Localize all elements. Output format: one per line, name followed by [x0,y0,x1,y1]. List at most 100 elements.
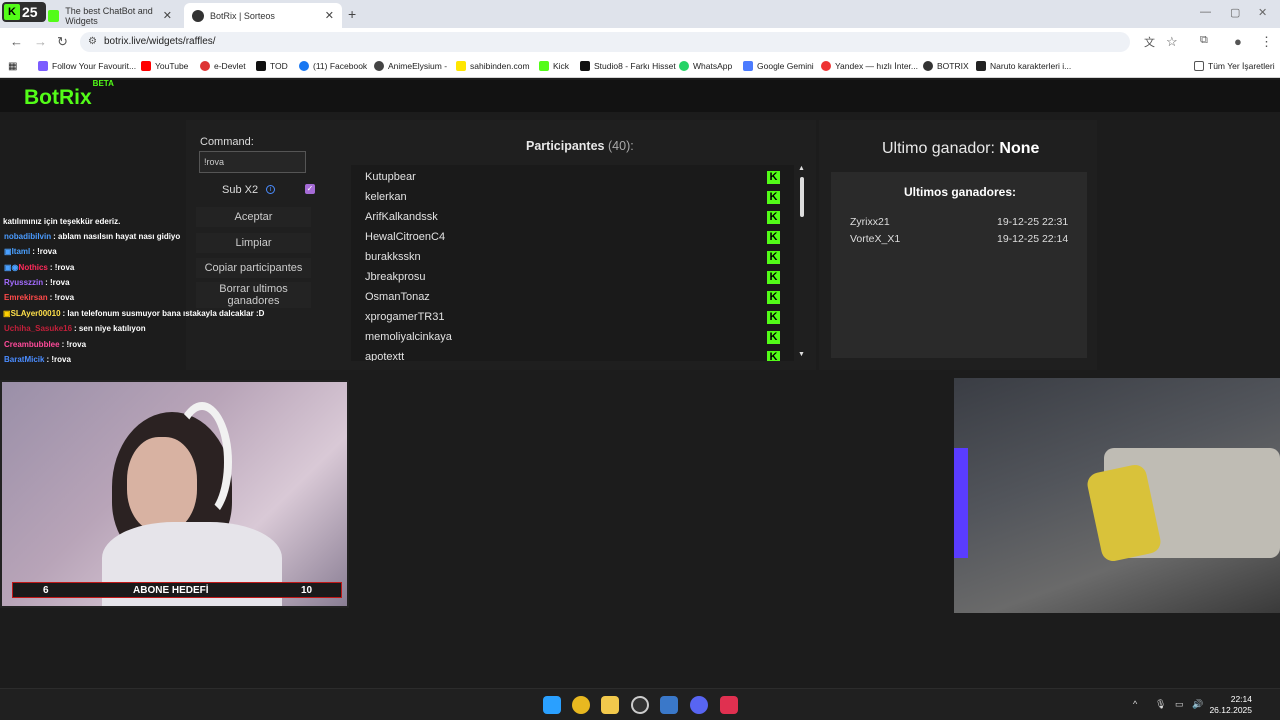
list-item: xprogamerTR31 [365,311,445,323]
bookmark-item[interactable]: Follow Your Favourit... [38,61,136,71]
list-item: Kutupbear [365,171,416,183]
kick-icon: K [767,171,780,184]
close-tab-icon[interactable]: ✕ [325,9,334,22]
list-item: OsmanTonaz [365,291,430,303]
page-content: BotRixBETA Command: !rova Sub X2 i ✓ Ace… [0,79,1280,688]
command-label: Command: [200,136,254,148]
studio8-icon [580,61,590,71]
app-red-icon[interactable] [720,696,738,714]
info-icon[interactable]: i [266,185,275,194]
system-clock[interactable]: 22:14 26.12.2025 [1209,694,1252,716]
bookmark-item[interactable]: (11) Facebook [299,61,367,71]
winner-date: 19-12-25 22:31 [997,216,1069,228]
microphone-icon[interactable]: 🎙 [1155,699,1166,710]
scrollbar-thumb[interactable] [800,177,804,217]
bookmark-item[interactable]: Kick [539,61,569,71]
copy-participants-button[interactable]: Copiar participantes [196,258,311,278]
obs-icon[interactable] [631,696,649,714]
translate-icon[interactable]: 文 [1144,34,1155,50]
volume-icon[interactable]: 🔊 [1192,699,1203,710]
windows-taskbar: ^ 🎙 ▭ 🔊 22:14 26.12.2025 [0,688,1280,720]
chat-username: SLAyer00010 [10,309,61,318]
app-icon[interactable] [660,696,678,714]
chat-username: Creambubblee [4,340,60,349]
minimize-icon[interactable]: — [1200,6,1211,18]
room-camera [954,378,1280,613]
badge-icon: ▣◉ [4,263,19,272]
clear-button[interactable]: Limpiar [196,233,311,253]
bookmark-item[interactable]: Naruto karakterleri i... [976,61,1071,71]
bookmarks-bar: ▦ Follow Your Favourit... YouTube e-Devl… [0,56,1280,78]
close-tab-icon[interactable]: ✕ [163,9,172,22]
profile-avatar[interactable]: ● [1234,34,1242,49]
reload-icon[interactable]: ↻ [57,34,68,50]
menu-kebab-icon[interactable]: ⋮ [1260,34,1273,50]
new-tab-button[interactable]: + [348,6,356,22]
list-item: apotextt [365,351,405,361]
streamer-webcam: 6 ABONE HEDEFİ 10 [0,380,349,608]
close-window-icon[interactable]: ✕ [1258,6,1267,19]
scroll-up-icon[interactable]: ▲ [798,165,805,172]
bookmark-item[interactable]: Yandex — hızlı İnter... [821,61,918,71]
chat-username: Ryusszzin [4,278,44,287]
edevlet-icon [200,61,210,71]
app-header: BotRixBETA [0,79,1280,112]
back-icon[interactable]: ← [10,34,23,49]
winners-title: Ultimos ganadores: [904,185,1017,199]
accept-button[interactable]: Aceptar [196,207,311,227]
kick-icon [539,61,549,71]
scroll-down-icon[interactable]: ▼ [798,351,805,358]
url-field[interactable]: ⚙ botrix.live/widgets/raffles/ [80,32,1130,52]
participants-scrollbar[interactable]: ▲ ▼ [797,165,807,361]
bookmark-item[interactable]: Studio8 - Farkı Hisset [580,61,676,71]
chat-message: Creambubblee: !rova [4,340,87,349]
bookmark-item[interactable]: BOTRIX [923,61,969,71]
yandex-icon [821,61,831,71]
bookmark-item[interactable]: Google Gemini [743,61,814,71]
participants-title: Participantes (40): [526,139,634,153]
bookmark-item[interactable]: TOD [256,61,288,71]
bookmark-star-icon[interactable]: ☆ [1166,34,1178,50]
winner-name: VorteX_X1 [850,233,901,245]
kick-icon: K [4,4,20,20]
tab-chatbot[interactable]: The best ChatBot and Widgets ✕ [40,3,180,28]
sub-x2-checkbox[interactable]: ✓ [305,184,315,194]
kick-icon: K [767,271,780,284]
file-explorer-icon[interactable] [601,696,619,714]
kick-icon: K [767,291,780,304]
headset-icon [172,402,232,522]
bookmark-item[interactable]: YouTube [141,61,188,71]
last-winner-value: None [999,140,1040,157]
sahibinden-icon [456,61,466,71]
bookmark-item[interactable]: sahibinden.com [456,61,530,71]
all-bookmarks-folder[interactable]: Tüm Yer İşaretleri [1194,61,1275,71]
bookmark-item[interactable]: AnimeElysium - [374,61,447,71]
participants-count: (40): [608,139,634,153]
botrix-logo[interactable]: BotRixBETA [24,79,114,110]
tray-chevron-icon[interactable]: ^ [1133,699,1137,709]
list-item: memoliyalcinkaya [365,331,452,343]
network-icon[interactable]: ▭ [1175,699,1184,710]
chat-username: Nothics [18,263,48,272]
extensions-icon[interactable]: ⧉ [1200,34,1208,47]
discord-icon[interactable] [690,696,708,714]
bookmark-item[interactable]: WhatsApp [679,61,732,71]
forward-icon[interactable]: → [34,34,47,49]
kick-icon: K [767,211,780,224]
maximize-icon[interactable]: ▢ [1230,6,1240,19]
clear-winners-button[interactable]: Borrar ultimos ganadores [196,282,311,308]
participants-list[interactable]: Kutupbear K kelerkan K ArifKalkandssk K … [351,165,794,361]
command-input[interactable]: !rova [199,151,306,173]
apps-grid-icon[interactable]: ▦ [8,61,17,72]
list-item: burakksskn [365,251,421,263]
gemini-icon [743,61,753,71]
chat-message: nobadibilvin: ablam nasılsın hayat nası … [4,232,181,241]
site-settings-icon[interactable]: ⚙ [88,32,97,52]
badge-icon: ▣ [3,309,11,318]
chat-message: Emrekirsan: !rova [4,293,75,302]
windows-start-icon[interactable] [543,696,561,714]
tab-botrix-sorteos[interactable]: BotRix | Sorteos ✕ [184,3,342,28]
bookmark-item[interactable]: e-Devlet [200,61,246,71]
chat-username: Itaml [11,247,31,256]
chrome-icon[interactable] [572,696,590,714]
